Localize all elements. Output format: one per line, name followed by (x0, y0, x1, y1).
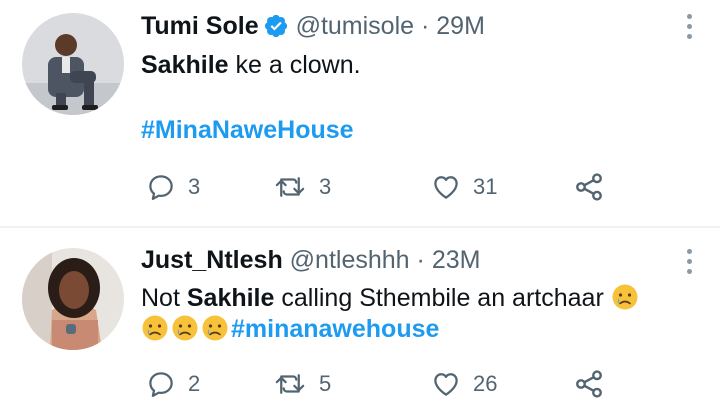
display-name[interactable]: Just_Ntlesh (141, 246, 283, 274)
like-button[interactable]: 26 (431, 367, 497, 401)
reply-icon (149, 175, 173, 200)
like-count: 31 (473, 174, 498, 199)
heart-icon (434, 373, 458, 396)
avatar[interactable] (22, 13, 124, 115)
reply-count: 3 (188, 174, 201, 199)
display-name[interactable]: Tumi Sole (141, 12, 259, 40)
reply-button[interactable]: 3 (146, 170, 200, 204)
share-button[interactable] (573, 170, 605, 204)
hashtag-link[interactable]: #minanawehouse (231, 315, 439, 343)
retweet-count: 5 (319, 371, 332, 396)
timestamp[interactable]: 29M (436, 12, 485, 40)
hashtag-link[interactable]: #MinaNaweHouse (141, 115, 701, 146)
share-button[interactable] (573, 367, 605, 401)
more-icon[interactable] (683, 14, 695, 44)
tweet-header: Just_Ntlesh @ntleshhh · 23M (141, 245, 480, 275)
tweet[interactable]: Tumi Sole @tumisole · 29M Sakhile ke a c… (0, 0, 720, 226)
separator: · (416, 246, 425, 274)
verified-badge-icon (264, 14, 287, 38)
tweet-actions: 3 3 31 (141, 170, 621, 204)
crying-face-emoji (172, 315, 198, 341)
retweet-icon (275, 374, 305, 394)
tweet[interactable]: Just_Ntlesh @ntleshhh · 23M Not Sakhile … (0, 228, 720, 417)
reply-count: 2 (188, 371, 201, 396)
reply-icon (149, 372, 173, 397)
user-handle[interactable]: @tumisole (296, 12, 414, 40)
reply-button[interactable]: 2 (146, 367, 200, 401)
share-icon (576, 173, 602, 201)
text-rest: ke a clown. (228, 51, 361, 79)
crying-face-emoji (142, 315, 168, 341)
retweet-button[interactable]: 5 (273, 367, 331, 401)
tweet-header: Tumi Sole @tumisole · 29M (141, 11, 485, 41)
like-button[interactable]: 31 (431, 170, 497, 204)
text-rest: calling Sthembile an artchaar (274, 284, 604, 312)
crying-face-emoji (202, 315, 228, 341)
retweet-button[interactable]: 3 (273, 170, 331, 204)
mention-bold: Sakhile (141, 51, 229, 79)
retweet-icon (275, 177, 305, 197)
separator: · (421, 12, 430, 40)
more-icon[interactable] (683, 249, 695, 279)
retweet-count: 3 (319, 174, 332, 199)
heart-icon (434, 176, 458, 199)
user-handle[interactable]: @ntleshhh (290, 246, 410, 274)
tweet-text: Sakhile ke a clown. #MinaNaweHouse (141, 50, 701, 146)
mention-bold: Sakhile (186, 284, 275, 312)
like-count: 26 (473, 371, 498, 396)
text-pre: Not (141, 284, 187, 312)
tweet-text: Not Sakhile calling Sthembile an artchaa… (141, 283, 701, 345)
share-icon (576, 370, 602, 398)
tweet-actions: 2 5 26 (141, 367, 621, 401)
crying-face-emoji (612, 284, 638, 310)
timestamp[interactable]: 23M (432, 246, 481, 274)
avatar[interactable] (22, 248, 124, 350)
